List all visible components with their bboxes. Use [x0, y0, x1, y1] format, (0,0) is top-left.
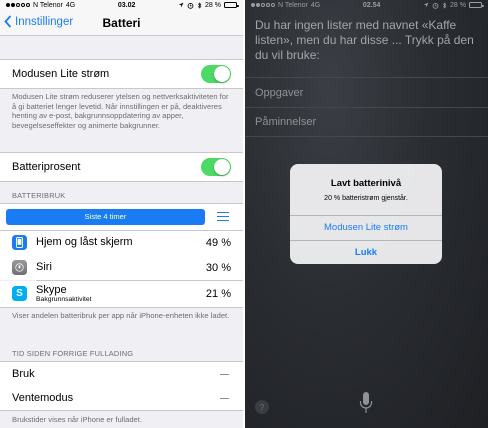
status-right: 28 % — [178, 1, 239, 9]
carrier-name: N Telenor — [33, 1, 63, 9]
battery-percentage-toggle[interactable] — [201, 157, 231, 176]
signal-strength-icon — [6, 3, 30, 7]
alarm-icon — [432, 2, 439, 9]
list-item-paminnelser[interactable]: Påminnelser — [245, 107, 488, 137]
alert-message: 20 % batteristrøm gjenstår. — [324, 195, 408, 202]
alert-title: Lavt batterinivå — [330, 178, 402, 189]
since-last-charge-description: Brukstider vises når iPhone er fulladet. — [12, 414, 143, 424]
back-button[interactable]: Innstillinger — [4, 15, 73, 28]
status-bar: N Telenor 4G 03.02 28 % — [0, 0, 243, 10]
standby-time-row: Ventemodus — [0, 386, 243, 410]
network-type: 4G — [310, 1, 321, 9]
standby-time-value — [220, 398, 229, 399]
battery-percentage-label: Batteriprosent — [12, 160, 81, 173]
chevron-left-icon — [4, 15, 12, 28]
standby-time-label: Ventemodus — [12, 392, 74, 404]
since-last-charge-header: TID SIDEN FORRIGE FULLADING — [12, 349, 134, 358]
usage-period-bar: Siste 4 timer — [0, 203, 243, 230]
navigation-bar: Innstillinger Batteri — [0, 10, 243, 36]
usage-row-home-lock-screen[interactable]: Hjem og låst skjerm 49 % — [0, 229, 243, 255]
carrier-name: N Telenor — [278, 1, 308, 9]
alarm-icon — [187, 2, 194, 9]
usage-row-skype[interactable]: S Skype Bakgrunnsaktivitet 21 % — [0, 280, 243, 307]
microphone-icon[interactable] — [359, 391, 373, 415]
help-button[interactable]: ? — [255, 400, 269, 414]
battery-percent: 28 % — [450, 1, 466, 9]
low-battery-alert: Lavt batterinivå 20 % batteristrøm gjens… — [290, 164, 442, 264]
usage-time-row: Bruk — [0, 361, 243, 386]
settings-battery-screen: N Telenor 4G 03.02 28 % Innstillinger Ba… — [0, 0, 243, 428]
bluetooth-icon — [197, 1, 202, 9]
location-icon — [178, 2, 184, 8]
status-right: 28 % — [423, 1, 484, 9]
low-power-mode-toggle[interactable] — [201, 64, 231, 83]
carrier-signal: N Telenor 4G — [251, 2, 320, 9]
close-button[interactable]: Lukk — [290, 240, 442, 264]
siri-screen: N Telenor 4G 02.54 28 % Du har ingen lis… — [245, 0, 488, 428]
low-power-mode-button[interactable]: Modusen Lite strøm — [290, 215, 442, 239]
app-usage-percent: 21 % — [205, 287, 231, 300]
app-name: Siri — [36, 261, 52, 273]
usage-time-value — [220, 373, 229, 375]
status-bar: N Telenor 4G 02.54 28 % — [245, 0, 488, 10]
app-usage-percent: 30 % — [205, 261, 231, 274]
reminder-lists: Oppgaver Påminnelser — [245, 77, 488, 137]
clock: 03.02 — [117, 1, 136, 9]
skype-icon: S — [12, 286, 27, 301]
signal-strength-icon — [251, 3, 275, 7]
usage-row-siri[interactable]: Siri 30 % — [0, 255, 243, 280]
battery-icon — [469, 2, 484, 8]
app-subtitle: Bakgrunnsaktivitet — [36, 295, 92, 303]
bluetooth-icon — [442, 1, 447, 9]
battery-usage-description: Viser andelen batteribruk per app når iP… — [12, 311, 230, 320]
last-4-hours-segment[interactable]: Siste 4 timer — [6, 208, 205, 225]
location-icon — [423, 2, 429, 8]
carrier-signal: N Telenor 4G — [6, 2, 75, 9]
network-type: 4G — [65, 1, 76, 9]
low-power-mode-label: Modusen Lite strøm — [12, 67, 110, 80]
app-name: Skype — [36, 283, 67, 296]
clock: 02.54 — [362, 1, 381, 9]
battery-percentage-row: Batteriprosent — [0, 152, 243, 181]
usage-time-label: Bruk — [12, 367, 35, 380]
back-button-label: Innstillinger — [15, 15, 74, 28]
battery-icon — [224, 2, 239, 8]
battery-usage-header: BATTERIBRUK — [12, 191, 66, 200]
siri-response-text: Du har ingen lister med navnet «Kaffe li… — [255, 18, 474, 62]
list-item-oppgaver[interactable]: Oppgaver — [245, 77, 488, 107]
low-power-mode-row: Modusen Lite strøm — [0, 59, 243, 88]
low-power-mode-description: Modusen Lite strøm reduserer ytelsen og … — [12, 92, 229, 130]
list-detail-icon[interactable] — [217, 212, 229, 221]
battery-percent: 28 % — [205, 1, 221, 9]
app-usage-percent: 49 % — [205, 236, 231, 249]
app-name: Hjem og låst skjerm — [36, 236, 133, 248]
siri-icon — [12, 260, 27, 275]
home-lock-screen-icon — [12, 235, 27, 250]
